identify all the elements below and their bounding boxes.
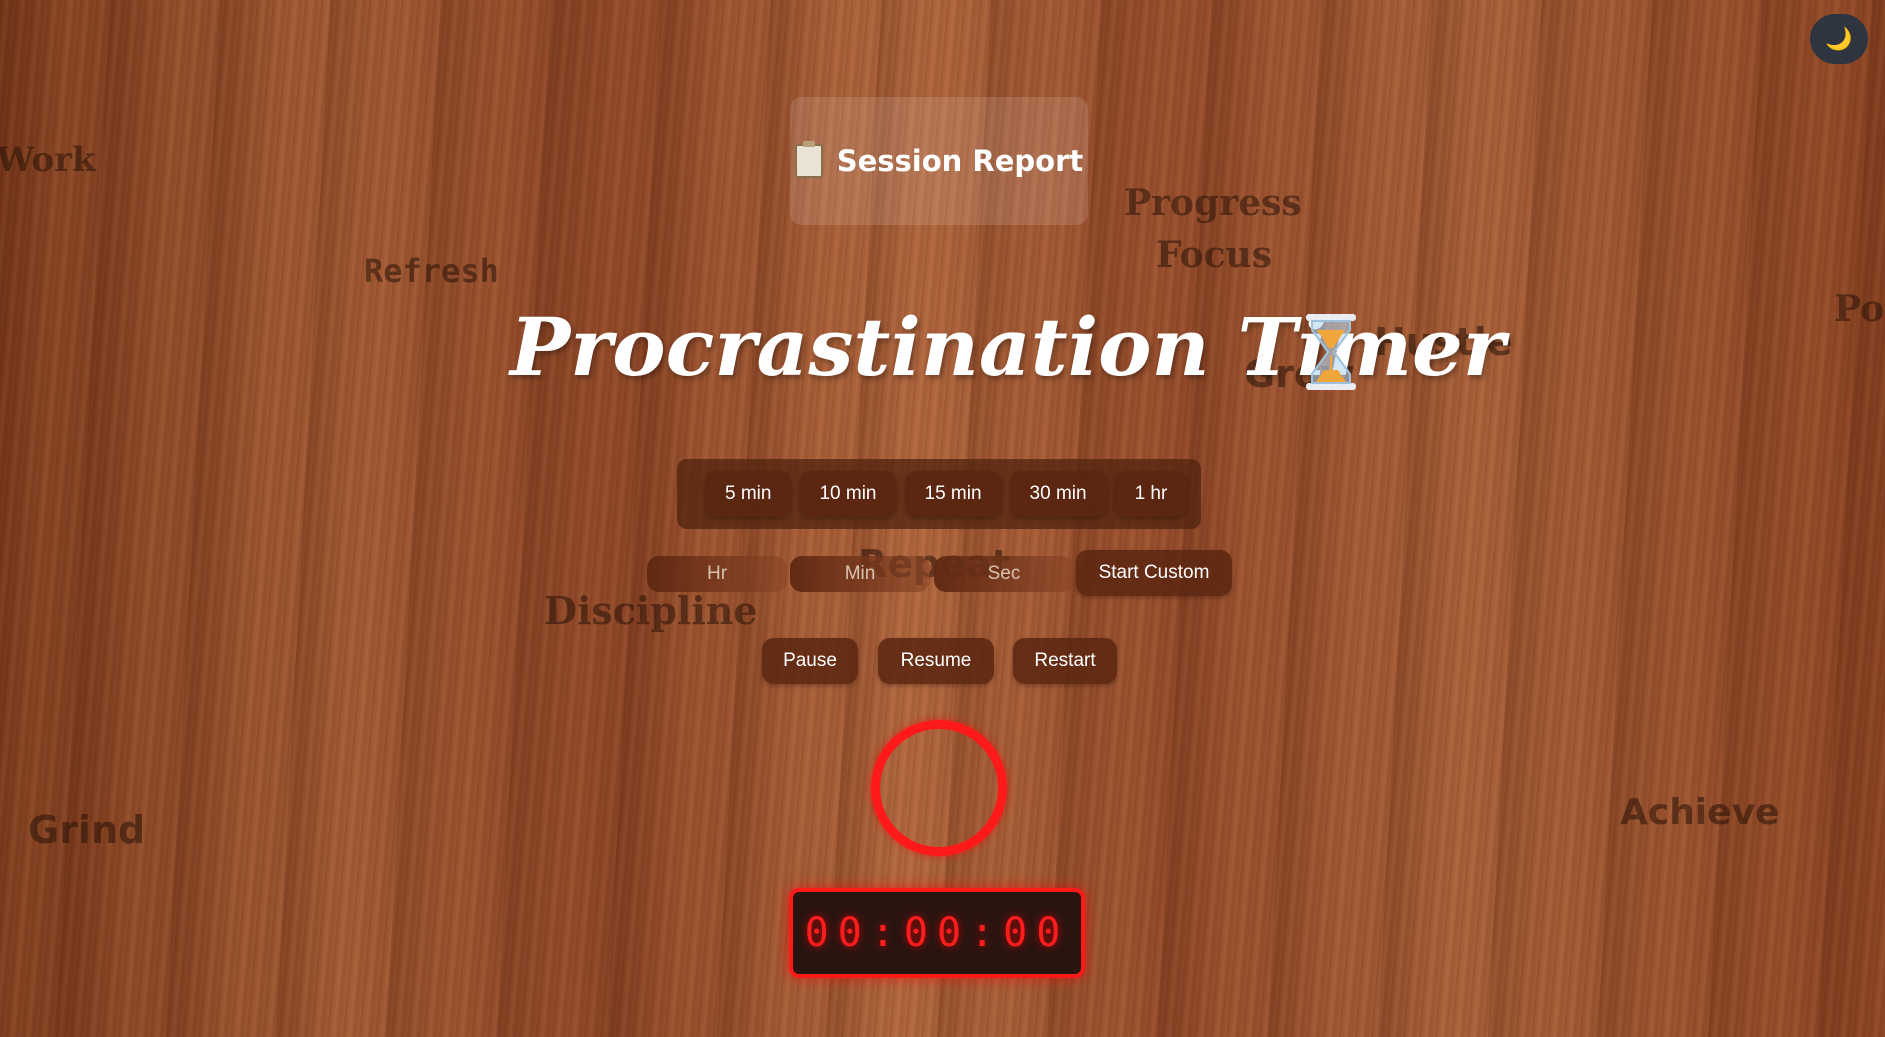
moon-icon: 🌙 (1825, 26, 1853, 51)
clipboard-icon (794, 141, 823, 178)
hours-input[interactable] (647, 556, 787, 592)
bg-word-refresh: Refresh (364, 252, 499, 290)
resume-button[interactable]: Resume (878, 638, 994, 684)
preset-15-min-button[interactable]: 15 min (904, 471, 1002, 517)
session-report-button[interactable]: Session Report (790, 97, 1088, 225)
bg-word-progress: Progress (1124, 182, 1302, 224)
session-report-label: Session Report (836, 144, 1084, 178)
bg-word-focus: Focus (1156, 234, 1272, 276)
seconds-input[interactable] (934, 556, 1074, 592)
timer-display-text: 00:00:00 (804, 910, 1070, 956)
hourglass-icon (1306, 314, 1356, 390)
pause-button[interactable]: Pause (762, 638, 858, 684)
preset-10-min-button[interactable]: 10 min (799, 471, 897, 517)
minutes-input[interactable] (790, 556, 930, 592)
bg-word-achieve: Achieve (1620, 792, 1780, 833)
restart-button[interactable]: Restart (1013, 638, 1117, 684)
bg-word-discipline: Discipline (544, 588, 758, 633)
preset-1-hr-button[interactable]: 1 hr (1114, 471, 1188, 517)
bg-word-grind: Grind (28, 808, 146, 852)
preset-5-min-button[interactable]: 5 min (705, 471, 792, 517)
bg-word-po: Po (1834, 288, 1885, 330)
theme-toggle-button[interactable]: 🌙 (1810, 14, 1868, 64)
start-custom-button[interactable]: Start Custom (1076, 550, 1232, 596)
bg-word-work: Work (0, 140, 96, 180)
timer-display: 00:00:00 (789, 888, 1085, 978)
progress-ring (871, 720, 1007, 856)
preset-30-min-button[interactable]: 30 min (1009, 471, 1107, 517)
preset-bar: 5 min 10 min 15 min 30 min 1 hr (677, 459, 1201, 529)
